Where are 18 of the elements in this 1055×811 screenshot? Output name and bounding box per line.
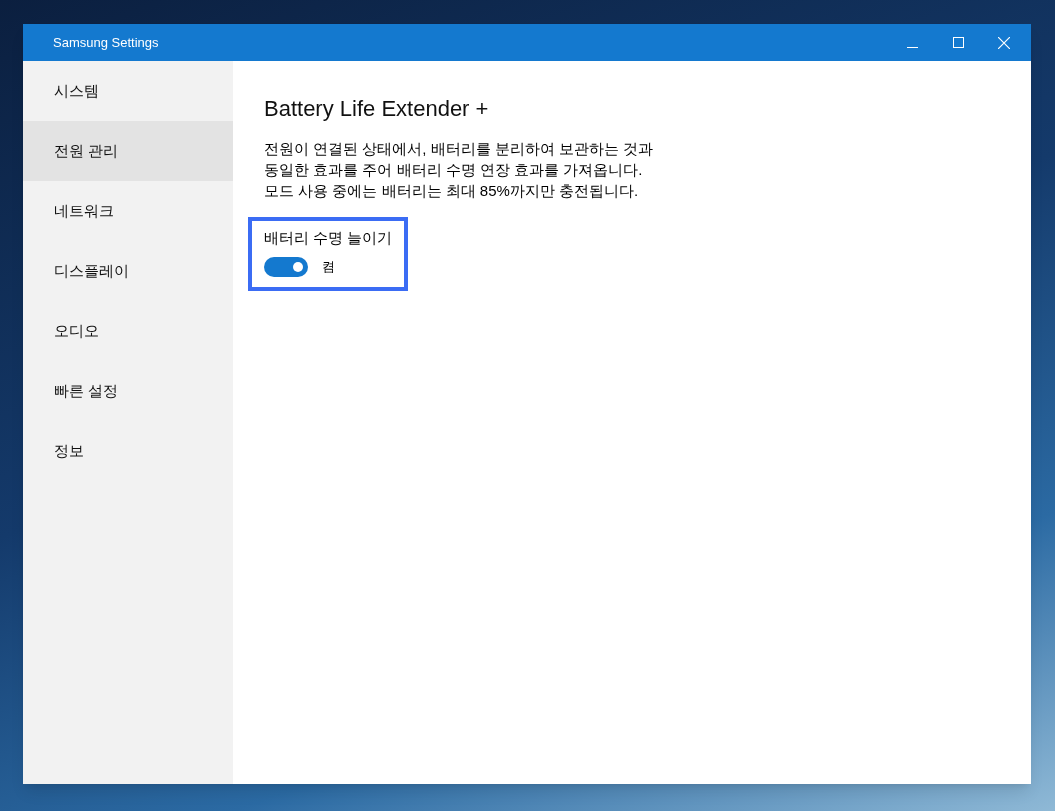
- sidebar-item[interactable]: 빠른 설정: [23, 361, 233, 421]
- description-text: 동일한 효과를 주어 배터리 수명 연장 효과를 가져옵니다.: [264, 160, 644, 180]
- sidebar-item[interactable]: 시스템: [23, 61, 233, 121]
- toggle-state-text: 켬: [322, 257, 335, 276]
- toggle-switch[interactable]: [264, 256, 308, 277]
- sidebar-item[interactable]: 전원 관리: [23, 121, 233, 181]
- description-text: 전원이 연결된 상태에서, 배터리를 분리하여 보관하는 것과: [264, 139, 654, 159]
- sidebar-item[interactable]: 정보: [23, 421, 233, 481]
- sidebar-item[interactable]: 디스플레이: [23, 241, 233, 301]
- maximize-icon: [952, 37, 964, 48]
- sidebar-item[interactable]: 오디오: [23, 301, 233, 361]
- window-title: Samsung Settings: [52, 33, 160, 52]
- description-text: 모드 사용 중에는 배터리는 최대 85%까지만 충전됩니다.: [264, 181, 640, 201]
- setting-label: 배터리 수명 늘이기: [264, 228, 393, 248]
- sidebar-item[interactable]: 네트워크: [23, 181, 233, 241]
- page-title: Battery Life Extender +: [264, 95, 489, 123]
- minimize-icon: [906, 47, 918, 48]
- close-icon: [998, 36, 1010, 49]
